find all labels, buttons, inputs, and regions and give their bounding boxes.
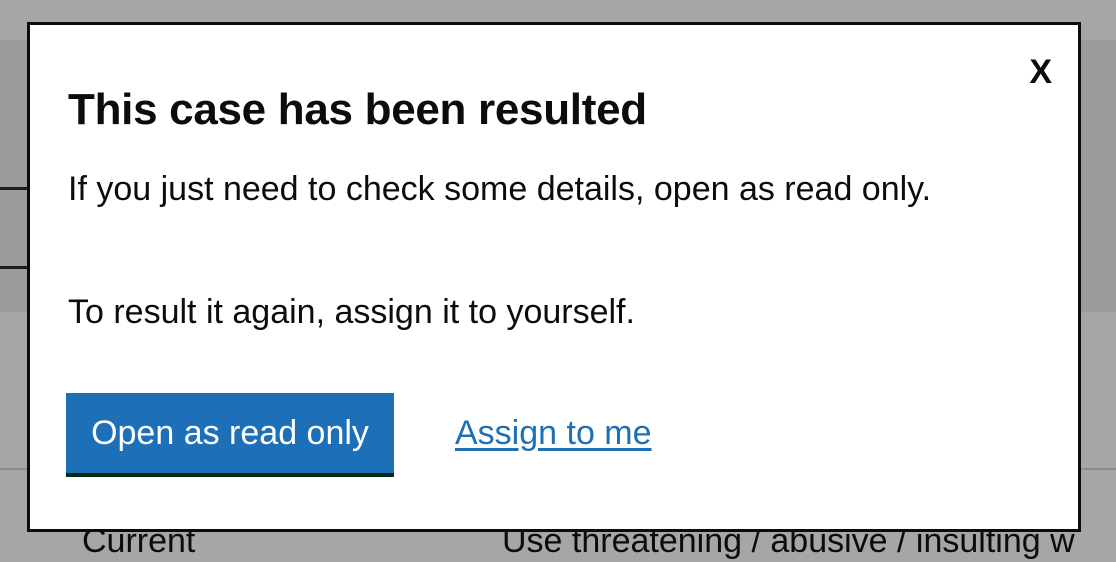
dialog-message-read-only: If you just need to check some details, …: [68, 170, 932, 208]
assign-to-me-link[interactable]: Assign to me: [455, 414, 652, 453]
dialog-message-assign: To result it again, assign it to yoursel…: [68, 293, 635, 331]
resulted-case-dialog: X This case has been resulted If you jus…: [27, 22, 1081, 532]
close-button[interactable]: X: [1029, 55, 1052, 89]
dialog-title: This case has been resulted: [68, 85, 647, 134]
open-as-read-only-button[interactable]: Open as read only: [66, 393, 394, 473]
